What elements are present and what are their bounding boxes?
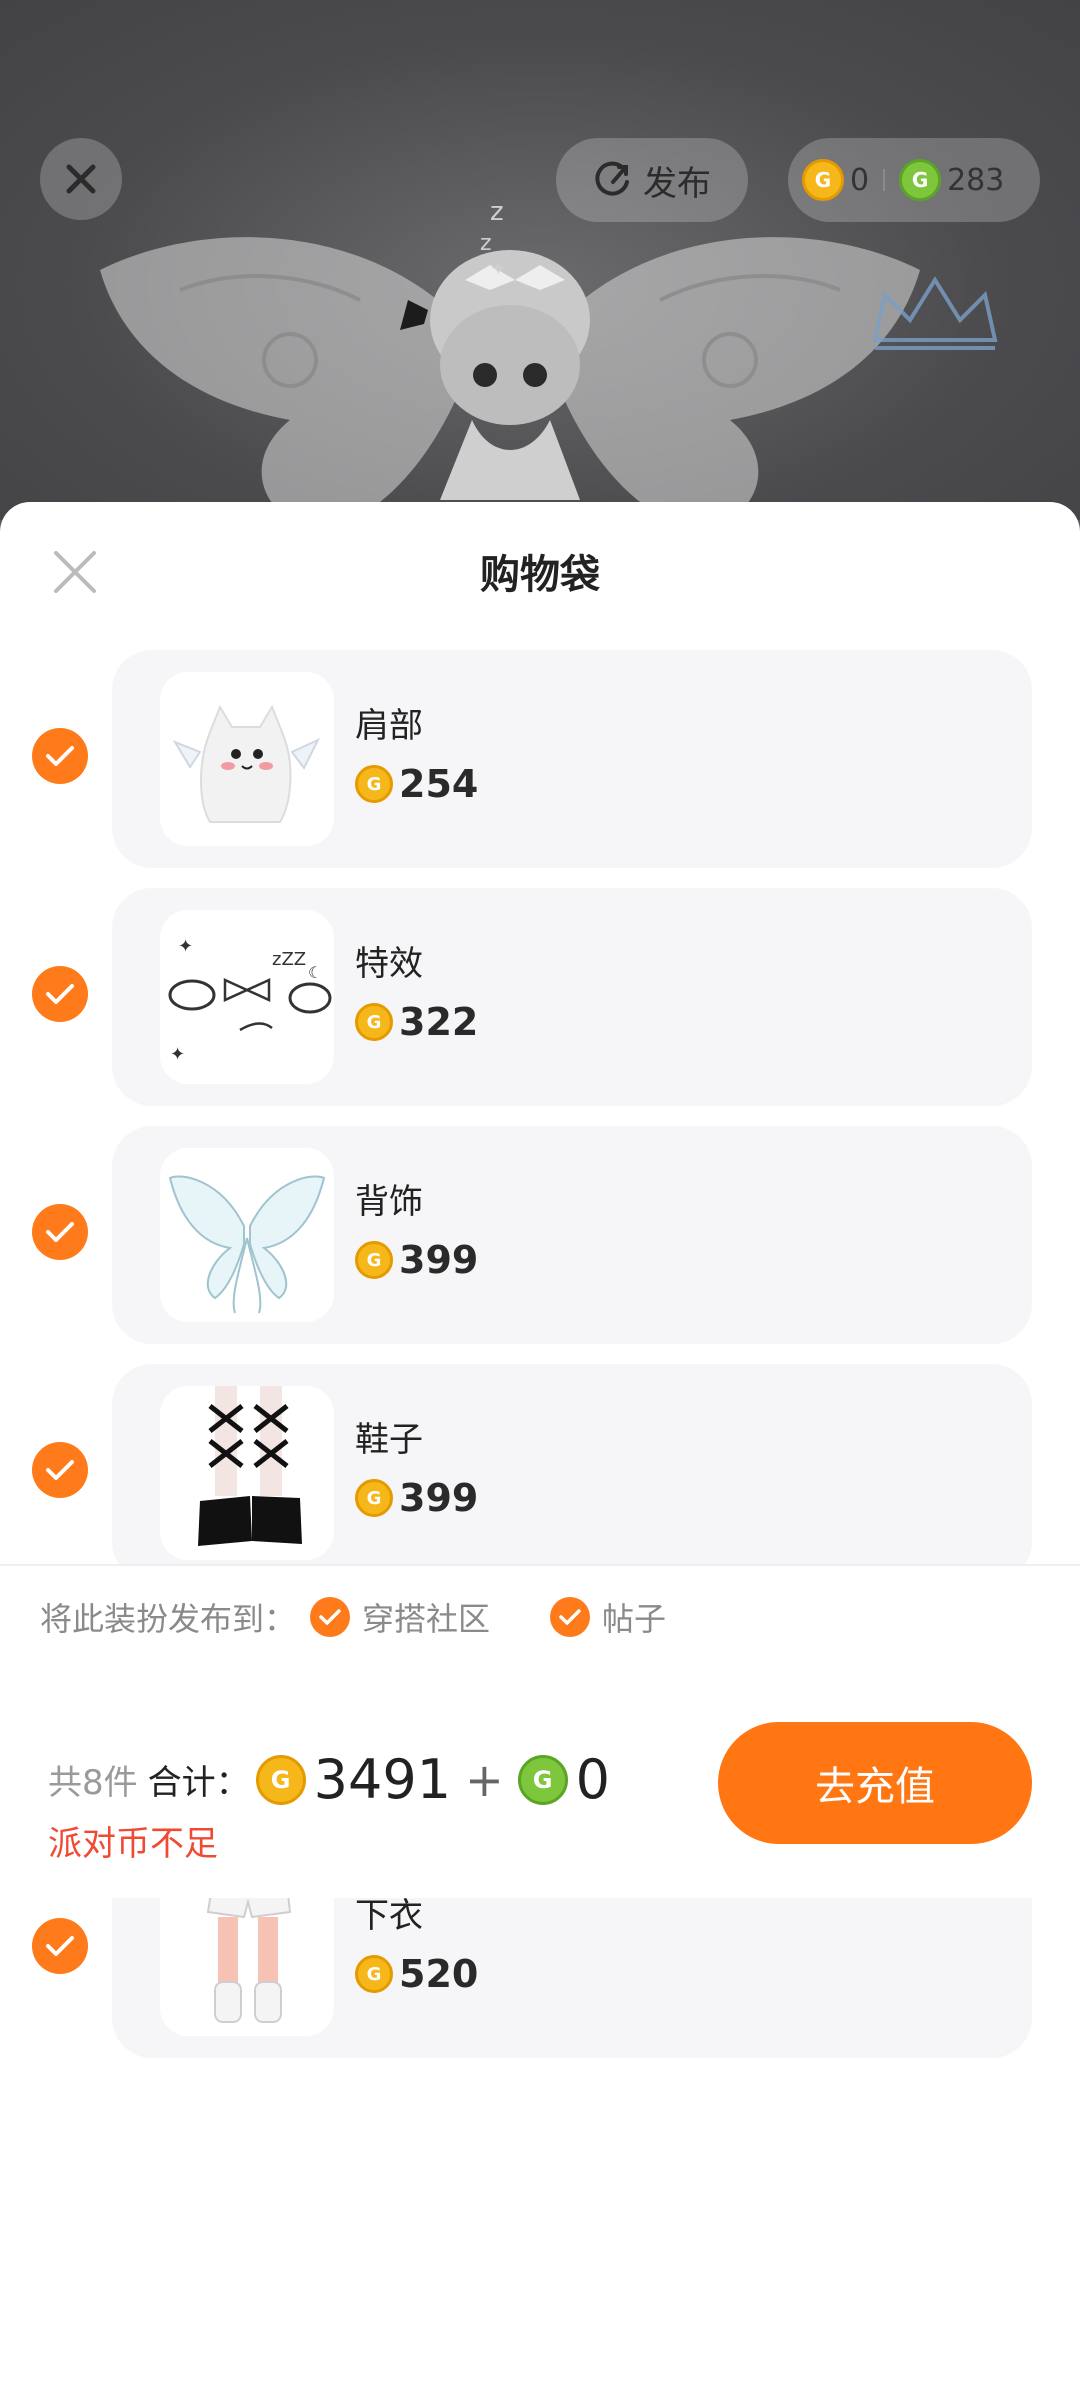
- divider: [883, 169, 886, 191]
- item-checkbox[interactable]: [32, 1442, 88, 1498]
- shopping-bag-sheet: 购物袋 肩部 G 254 zZZ ✦ ✦ ☾ 特效 G 322 背饰 G 399…: [0, 502, 1080, 2400]
- green-coin-icon: G: [899, 159, 942, 201]
- check-icon: [46, 746, 74, 766]
- publish-to-row: 将此装扮发布到： 穿搭社区 帖子: [0, 1564, 1080, 1670]
- currency-balance[interactable]: G 0 G 283: [788, 138, 1040, 222]
- item-card[interactable]: 鞋子 G 399: [112, 1364, 1032, 1582]
- recharge-button[interactable]: 去充值: [718, 1722, 1032, 1844]
- svg-text:z: z: [480, 231, 492, 256]
- item-price: G 520: [355, 1952, 478, 1996]
- publish-option-post[interactable]: 帖子: [550, 1594, 666, 1640]
- svg-text:zZZ: zZZ: [272, 949, 306, 970]
- svg-text:✦: ✦: [490, 256, 507, 280]
- publish-option-community[interactable]: 穿搭社区: [310, 1594, 490, 1640]
- item-checkbox[interactable]: [32, 1918, 88, 1974]
- brand-logo: [860, 270, 1010, 368]
- close-icon: [66, 164, 96, 194]
- gold-coin-icon: G: [355, 1003, 393, 1041]
- item-checkbox[interactable]: [32, 728, 88, 784]
- check-icon: [319, 1609, 341, 1625]
- publish-label: 发布: [643, 163, 711, 204]
- item-card[interactable]: 背饰 G 399: [112, 1126, 1032, 1344]
- item-name: 肩部: [355, 706, 423, 746]
- avatar-preview-area: z z ✦ 发布 G 0 G 283: [0, 0, 1080, 520]
- svg-text:✦: ✦: [170, 1044, 185, 1065]
- insufficient-balance-warning: 派对币不足: [48, 1824, 218, 1864]
- gold-balance: 0: [850, 162, 870, 198]
- publish-to-label: 将此装扮发布到：: [40, 1600, 297, 1638]
- price-value: 399: [399, 1476, 479, 1520]
- green-coin-icon: G: [517, 1754, 568, 1805]
- cart-item: 背饰 G 399: [0, 1126, 1080, 1364]
- option-checkbox[interactable]: [310, 1597, 351, 1637]
- check-icon: [46, 1936, 74, 1956]
- price-value: 399: [399, 1238, 479, 1282]
- check-icon: [46, 1460, 74, 1480]
- check-icon: [46, 1222, 74, 1242]
- item-name: 特效: [355, 944, 423, 984]
- option-label: 穿搭社区: [362, 1600, 491, 1638]
- total-summary: 共8件 合计： G 3491 + G 0: [48, 1748, 610, 1811]
- item-card[interactable]: zZZ ✦ ✦ ☾ 特效 G 322: [112, 888, 1032, 1106]
- publish-icon: [595, 161, 629, 196]
- ghost-cat-shoulder-icon: [172, 704, 321, 823]
- item-thumbnail: [160, 1386, 334, 1560]
- item-price: G 322: [355, 1000, 478, 1044]
- sheet-title: 购物袋: [480, 552, 600, 598]
- plus-sign: +: [465, 1752, 504, 1807]
- cart-item: 肩部 G 254: [0, 650, 1080, 888]
- item-count: 共8件: [48, 1763, 138, 1803]
- gold-coin-icon: G: [355, 1479, 393, 1517]
- checkout-bar: 共8件 合计： G 3491 + G 0 派对币不足 去充值: [0, 1668, 1080, 1898]
- price-value: 520: [399, 1952, 479, 1996]
- svg-text:z: z: [490, 197, 504, 227]
- item-checkbox[interactable]: [32, 966, 88, 1022]
- green-total: 0: [575, 1748, 610, 1811]
- option-label: 帖子: [602, 1600, 667, 1638]
- gold-coin-icon: G: [355, 1955, 393, 1993]
- option-checkbox[interactable]: [550, 1597, 591, 1637]
- gold-coin-icon: G: [802, 159, 844, 201]
- svg-text:✦: ✦: [178, 936, 193, 957]
- price-value: 322: [399, 1000, 479, 1044]
- close-preview-button[interactable]: [40, 138, 122, 220]
- item-price: G 399: [355, 1238, 478, 1282]
- item-thumbnail: [160, 672, 334, 846]
- item-price: G 254: [355, 762, 478, 806]
- svg-text:☾: ☾: [308, 963, 322, 982]
- green-balance: 283: [947, 162, 1005, 198]
- check-icon: [46, 984, 74, 1004]
- gold-coin-icon: G: [255, 1754, 306, 1805]
- check-icon: [559, 1609, 581, 1625]
- item-price: G 399: [355, 1476, 478, 1520]
- gold-coin-icon: G: [355, 765, 393, 803]
- item-thumbnail: [160, 1148, 334, 1322]
- item-name: 背饰: [355, 1182, 423, 1222]
- crown-icon: [872, 276, 998, 350]
- item-name: 鞋子: [355, 1420, 423, 1460]
- item-thumbnail: zZZ ✦ ✦ ☾: [160, 910, 334, 1084]
- item-checkbox[interactable]: [32, 1204, 88, 1260]
- sleep-bow-effect-icon: zZZ ✦ ✦ ☾: [168, 936, 332, 1065]
- cart-item: zZZ ✦ ✦ ☾ 特效 G 322: [0, 888, 1080, 1126]
- total-label: 合计：: [147, 1763, 250, 1803]
- gold-coin-icon: G: [355, 1241, 393, 1279]
- butterfly-wings-icon: [168, 1175, 326, 1314]
- publish-button[interactable]: 发布: [556, 138, 748, 222]
- price-value: 254: [399, 762, 479, 806]
- ribbon-shoes-icon: [198, 1386, 302, 1546]
- gold-total: 3491: [313, 1748, 452, 1811]
- item-card[interactable]: 肩部 G 254: [112, 650, 1032, 868]
